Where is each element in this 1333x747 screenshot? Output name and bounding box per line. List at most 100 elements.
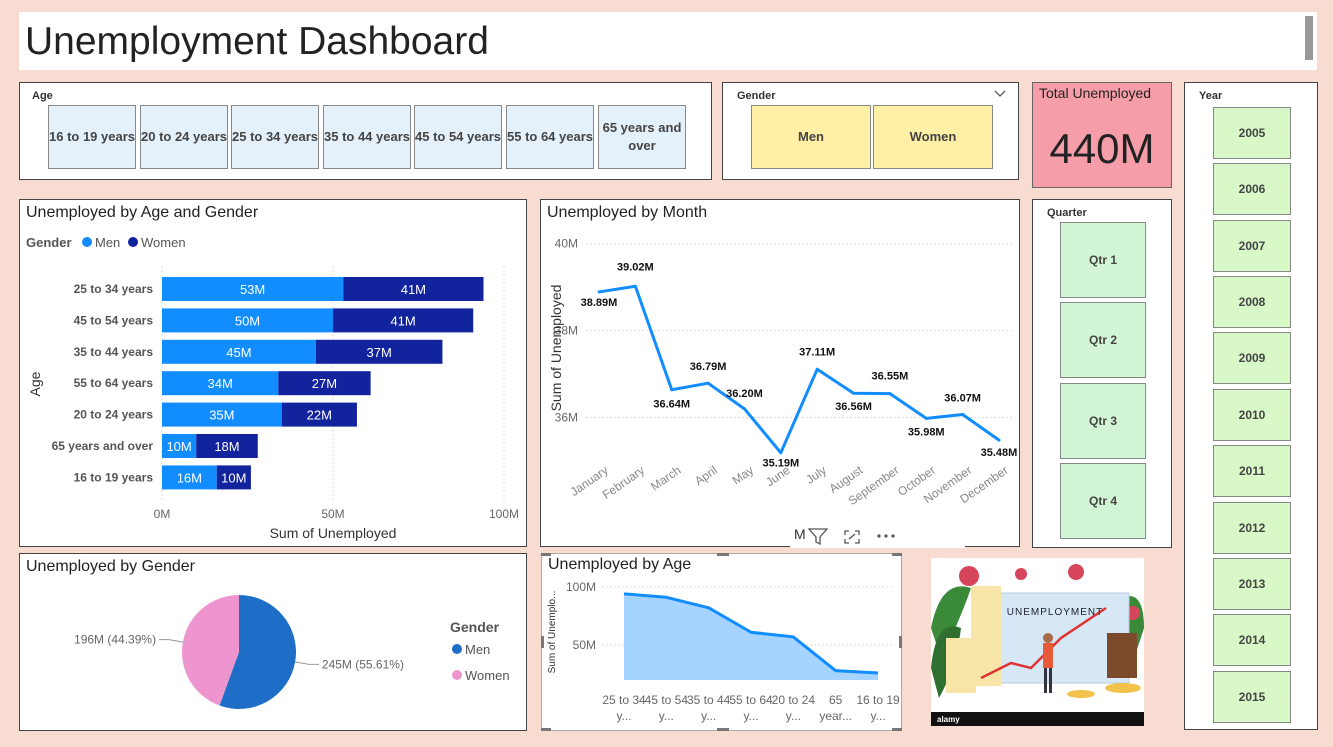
- age-option-16-19[interactable]: 16 to 19 years: [48, 105, 136, 169]
- resize-handle[interactable]: [541, 636, 544, 648]
- data-label: 39.02M: [617, 261, 654, 273]
- age-option-20-24[interactable]: 20 to 24 years: [140, 105, 228, 169]
- resize-handle[interactable]: [541, 553, 551, 556]
- data-point[interactable]: [706, 381, 710, 385]
- scrollbar-handle[interactable]: [1305, 16, 1313, 60]
- year-option-2014[interactable]: 2014: [1213, 614, 1291, 666]
- year-option-2007[interactable]: 2007: [1213, 220, 1291, 272]
- y-tick-label: 50M: [573, 638, 596, 652]
- data-point[interactable]: [924, 416, 928, 420]
- gender-option-men[interactable]: Men: [751, 105, 871, 169]
- resize-handle[interactable]: [541, 728, 551, 731]
- age-option-35-44[interactable]: 35 to 44 years: [323, 105, 411, 169]
- page-title: Unemployment Dashboard: [25, 20, 489, 63]
- y-tick-label: 100M: [566, 580, 596, 594]
- year-option-2012[interactable]: 2012: [1213, 502, 1291, 554]
- quarter-option-1[interactable]: Qtr 1: [1060, 222, 1146, 298]
- age-option-45-54[interactable]: 45 to 54 years: [414, 105, 502, 169]
- x-tick-label: 0M: [154, 507, 171, 521]
- x-tick-label: July: [803, 463, 829, 487]
- age-slicer-label: Age: [32, 90, 53, 102]
- year-slicer: Year 2005 2006 2007 2008 2009 2010 2011 …: [1184, 82, 1318, 730]
- more-options-icon[interactable]: [874, 530, 898, 542]
- month-line-chart: 40M38M36M 38.89MJanuary39.02MFebruary36.…: [548, 237, 1018, 508]
- resize-handle[interactable]: [717, 553, 729, 556]
- data-label: 36.56M: [835, 401, 872, 413]
- data-point[interactable]: [779, 451, 783, 455]
- y-tick-label: 16 to 19 years: [74, 470, 154, 484]
- focus-mode-icon[interactable]: [842, 528, 862, 546]
- legend-marker-men: [82, 237, 92, 247]
- year-option-2015[interactable]: 2015: [1213, 671, 1291, 723]
- y-tick-label: 40M: [555, 237, 578, 251]
- x-tick-label: 100M: [489, 507, 519, 521]
- area-fill: [624, 593, 878, 680]
- legend-label-women: Women: [465, 668, 510, 683]
- quarter-option-4[interactable]: Qtr 4: [1060, 463, 1146, 539]
- chevron-down-icon[interactable]: [994, 90, 1006, 98]
- data-label: 37M: [367, 345, 392, 360]
- filter-icon[interactable]: [808, 528, 828, 546]
- legend-marker-men: [452, 644, 462, 654]
- data-point[interactable]: [815, 367, 819, 371]
- gender-pie-chart: 245M (55.61%) 196M (44.39%) Gender Men Wo…: [74, 595, 510, 709]
- legend-label-men: Men: [95, 235, 120, 250]
- data-label: 34M: [207, 376, 232, 391]
- age-option-65-over[interactable]: 65 years and over: [598, 105, 686, 169]
- year-option-2008[interactable]: 2008: [1213, 276, 1291, 328]
- data-label: 36.79M: [690, 361, 727, 373]
- illustration-graphic: UNEMPLOYMENT alamy: [931, 564, 1144, 726]
- legend-title: Gender: [26, 235, 72, 250]
- age-gender-chart-panel: Unemployed by Age and Gender Gender Men …: [19, 199, 527, 547]
- year-option-2010[interactable]: 2010: [1213, 389, 1291, 441]
- gender-option-women[interactable]: Women: [873, 105, 993, 169]
- resize-handle[interactable]: [892, 728, 902, 731]
- data-point[interactable]: [997, 438, 1001, 442]
- data-label: 35M: [209, 408, 234, 423]
- legend-marker-women: [452, 670, 462, 680]
- age-area-chart-panel[interactable]: Unemployed by Age 100M 50M 25 to 34 y... 45 …: [541, 553, 902, 731]
- y-axis-title: Sum of Unemplo...: [547, 591, 558, 674]
- resize-handle[interactable]: [892, 553, 902, 556]
- data-point[interactable]: [633, 284, 637, 288]
- quarter-option-2[interactable]: Qtr 2: [1060, 302, 1146, 378]
- x-axis-title: Sum of Unemployed: [270, 525, 397, 541]
- age-option-55-64[interactable]: 55 to 64 years: [506, 105, 594, 169]
- data-label: 45M: [226, 345, 251, 360]
- age-option-25-34[interactable]: 25 to 34 years: [231, 105, 319, 169]
- data-point[interactable]: [597, 290, 601, 294]
- y-axis-title: Sum of Unemployed: [548, 285, 564, 412]
- leader-line: [295, 661, 319, 665]
- data-point[interactable]: [742, 407, 746, 411]
- x-tick-label: 50M: [321, 507, 344, 521]
- data-label: 22M: [307, 408, 332, 423]
- year-option-2013[interactable]: 2013: [1213, 558, 1291, 610]
- x-tick-label: 25 to 34 y...: [602, 693, 646, 723]
- data-label: 35.48M: [981, 447, 1018, 459]
- year-option-2005[interactable]: 2005: [1213, 107, 1291, 159]
- data-point[interactable]: [852, 391, 856, 395]
- year-option-2011[interactable]: 2011: [1213, 445, 1291, 497]
- resize-handle[interactable]: [899, 636, 902, 648]
- y-tick-label: 36M: [555, 411, 578, 425]
- x-tick-label: 35 to 44 y...: [687, 693, 731, 723]
- year-option-2009[interactable]: 2009: [1213, 332, 1291, 384]
- year-option-2006[interactable]: 2006: [1213, 163, 1291, 215]
- visual-header-partial-text: M: [794, 526, 806, 542]
- quarter-option-3[interactable]: Qtr 3: [1060, 383, 1146, 459]
- gender-slicer-label: Gender: [737, 90, 776, 102]
- x-tick-label: 16 to 19 y...: [856, 693, 900, 723]
- visual-header-toolbar: M: [790, 526, 965, 548]
- y-axis-title: Age: [27, 371, 43, 396]
- data-point[interactable]: [670, 388, 674, 392]
- watermark-logo: alamy: [937, 715, 960, 724]
- data-point[interactable]: [888, 392, 892, 396]
- gender-chart-panel: Unemployed by Gender 245M (55.61%) 196M (…: [19, 553, 527, 731]
- resize-handle[interactable]: [717, 728, 729, 731]
- data-label: 196M (44.39%): [74, 633, 156, 647]
- data-point[interactable]: [961, 412, 965, 416]
- x-tick-label: 20 to 24 y...: [772, 693, 816, 723]
- y-tick-label: 25 to 34 years: [74, 282, 154, 296]
- data-label: 36.20M: [726, 388, 763, 400]
- data-label: 18M: [214, 439, 239, 454]
